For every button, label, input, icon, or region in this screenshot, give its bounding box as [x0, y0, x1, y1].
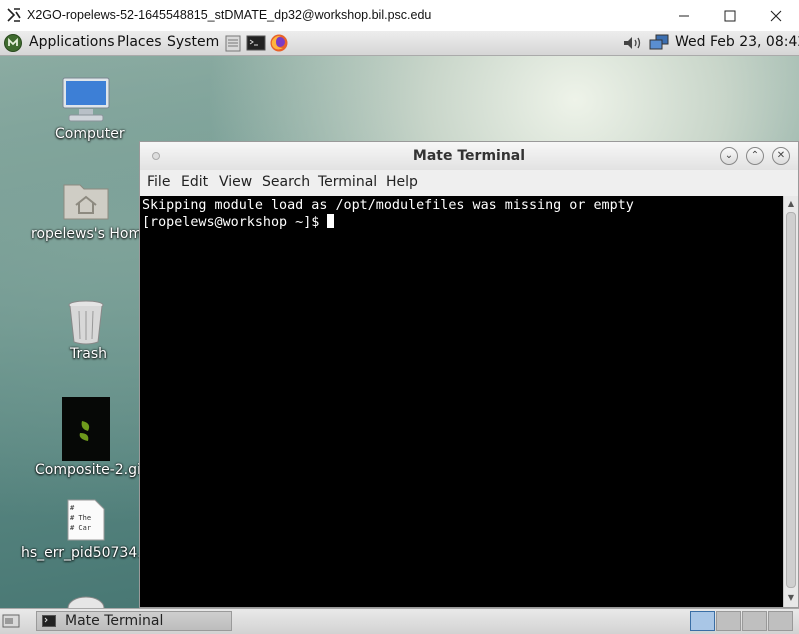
workspace-1[interactable] [690, 611, 715, 631]
terminal-close-button[interactable]: ✕ [772, 147, 790, 165]
home-folder-icon[interactable] [62, 179, 110, 221]
x2go-title-bar: X2GO-ropelews-52-1645548815_stDMATE_dp32… [0, 0, 799, 32]
terminal-cursor [327, 214, 335, 228]
terminal-icon [42, 615, 56, 627]
places-menu[interactable]: Places [117, 34, 162, 50]
terminal-scrollbar[interactable]: ▲ ▼ [783, 196, 798, 607]
taskbar-label: Mate Terminal [65, 613, 164, 629]
show-desktop-icon[interactable] [2, 613, 20, 629]
mate-logo-icon[interactable] [3, 33, 23, 53]
workspace-4[interactable] [768, 611, 793, 631]
close-icon: ✕ [776, 150, 786, 161]
svg-text:# The: # The [70, 514, 91, 522]
trash-icon[interactable] [66, 299, 106, 345]
terminal-window: Mate Terminal ⌄ ⌃ ✕ File Edit View Searc… [139, 141, 799, 608]
terminal-icon[interactable] [246, 33, 266, 53]
menu-help[interactable]: Help [386, 174, 418, 190]
minimize-button[interactable] [661, 0, 707, 31]
computer-label: Computer [55, 126, 125, 142]
menu-view[interactable]: View [219, 174, 252, 190]
image-file-icon[interactable] [62, 397, 110, 461]
workspace-3[interactable] [742, 611, 767, 631]
file-manager-icon[interactable] [223, 33, 243, 53]
minimize-icon [679, 15, 689, 16]
terminal-title: Mate Terminal [412, 148, 526, 164]
text-file-icon[interactable]: # # The # Car [67, 499, 105, 541]
x2go-window-title: X2GO-ropelews-52-1645548815_stDMATE_dp32… [27, 8, 432, 22]
chevron-up-icon: ⌃ [750, 150, 760, 161]
terminal-maximize-button[interactable]: ⌃ [746, 147, 764, 165]
scroll-down-icon[interactable]: ▼ [784, 591, 798, 605]
taskbar-terminal-button[interactable]: Mate Terminal [36, 611, 232, 631]
menu-terminal[interactable]: Terminal [318, 174, 377, 190]
bottom-panel: Mate Terminal [0, 608, 799, 634]
firefox-icon[interactable] [269, 33, 289, 53]
svg-text:# Car: # Car [70, 524, 91, 532]
scrollbar-thumb[interactable] [786, 212, 796, 588]
volume-icon[interactable] [622, 34, 644, 52]
network-icon[interactable] [648, 34, 670, 52]
terminal-menubar: File Edit View Search Terminal Help [140, 170, 798, 196]
close-button[interactable] [753, 0, 799, 31]
terminal-minimize-button[interactable]: ⌄ [720, 147, 738, 165]
terminal-prompt-line: [ropelews@workshop ~]$ [142, 214, 335, 231]
terminal-line: Skipping module load as /opt/modulefiles… [142, 198, 634, 213]
applications-menu[interactable]: Applications [29, 34, 115, 50]
trash-label: Trash [70, 346, 107, 362]
terminal-prompt: [ropelews@workshop ~]$ [142, 215, 328, 230]
menu-search[interactable]: Search [262, 174, 310, 190]
computer-icon[interactable] [61, 76, 111, 124]
terminal-titlebar[interactable]: Mate Terminal ⌄ ⌃ ✕ [140, 142, 798, 170]
terminal-output[interactable]: Skipping module load as /opt/modulefiles… [140, 196, 783, 607]
home-label: ropelews's Home [31, 226, 151, 242]
clock[interactable]: Wed Feb 23, 08:42 [675, 34, 799, 50]
x2go-icon [7, 8, 21, 22]
scroll-up-icon[interactable]: ▲ [784, 197, 798, 211]
chevron-down-icon: ⌄ [724, 150, 734, 161]
partial-desktop-icon[interactable] [67, 596, 105, 608]
menu-edit[interactable]: Edit [181, 174, 208, 190]
menu-file[interactable]: File [147, 174, 170, 190]
workspace-2[interactable] [716, 611, 741, 631]
maximize-icon [724, 10, 736, 21]
maximize-button[interactable] [707, 0, 753, 31]
close-icon [770, 10, 782, 21]
composite-label: Composite-2.gif [35, 462, 146, 478]
system-menu[interactable]: System [167, 34, 219, 50]
top-panel: Applications Places System Wed Feb 23, 0… [0, 31, 799, 56]
